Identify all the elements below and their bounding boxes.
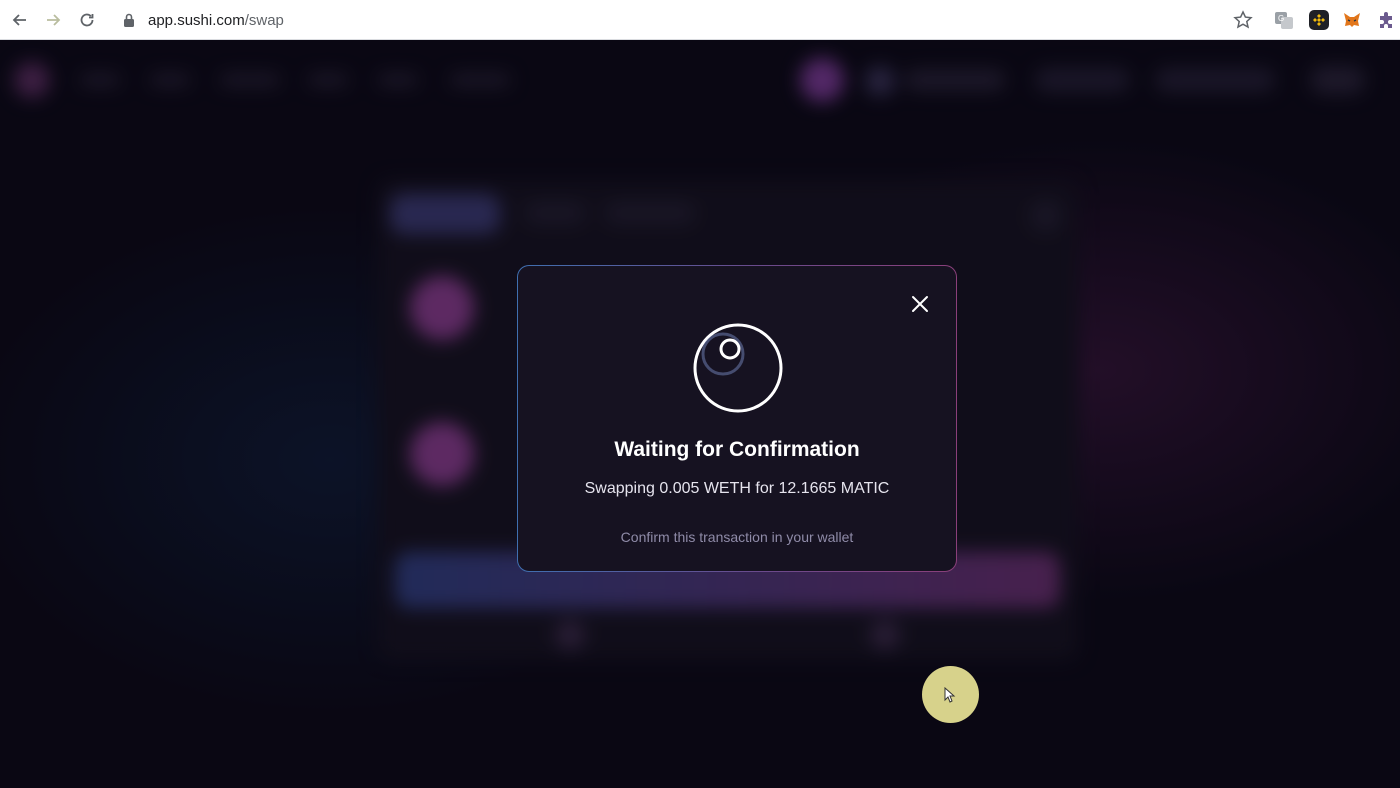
modal-title: Waiting for Confirmation <box>614 438 860 461</box>
url-host: app.sushi.com <box>148 11 245 29</box>
binance-extension-icon[interactable] <box>1309 10 1329 30</box>
metamask-extension-icon[interactable] <box>1342 10 1362 30</box>
address-bar[interactable]: app.sushi.com/swap <box>118 6 1218 34</box>
translate-extension-icon[interactable]: G <box>1274 10 1294 30</box>
browser-toolbar: app.sushi.com/swap G <box>0 0 1400 40</box>
star-icon[interactable] <box>1232 9 1254 31</box>
wallet-confirm-hint: Confirm this transaction in your wallet <box>620 529 854 545</box>
confirmation-modal: Waiting for Confirmation Swapping 0.005 … <box>517 265 957 572</box>
loading-spinner-icon <box>693 323 783 413</box>
back-arrow-icon[interactable] <box>9 9 31 31</box>
mouse-pointer-icon <box>944 687 956 703</box>
close-button[interactable] <box>910 294 930 314</box>
reload-icon[interactable] <box>76 9 98 31</box>
swap-summary: Swapping 0.005 WETH for 12.1665 MATIC <box>584 480 890 497</box>
extensions-puzzle-icon[interactable] <box>1376 10 1396 30</box>
close-icon <box>912 296 928 312</box>
url-path: /swap <box>244 11 284 29</box>
modal-body: Waiting for Confirmation Swapping 0.005 … <box>518 266 956 571</box>
svg-text:G: G <box>1278 14 1284 23</box>
lock-icon <box>124 13 134 27</box>
forward-arrow-icon[interactable] <box>42 9 64 31</box>
